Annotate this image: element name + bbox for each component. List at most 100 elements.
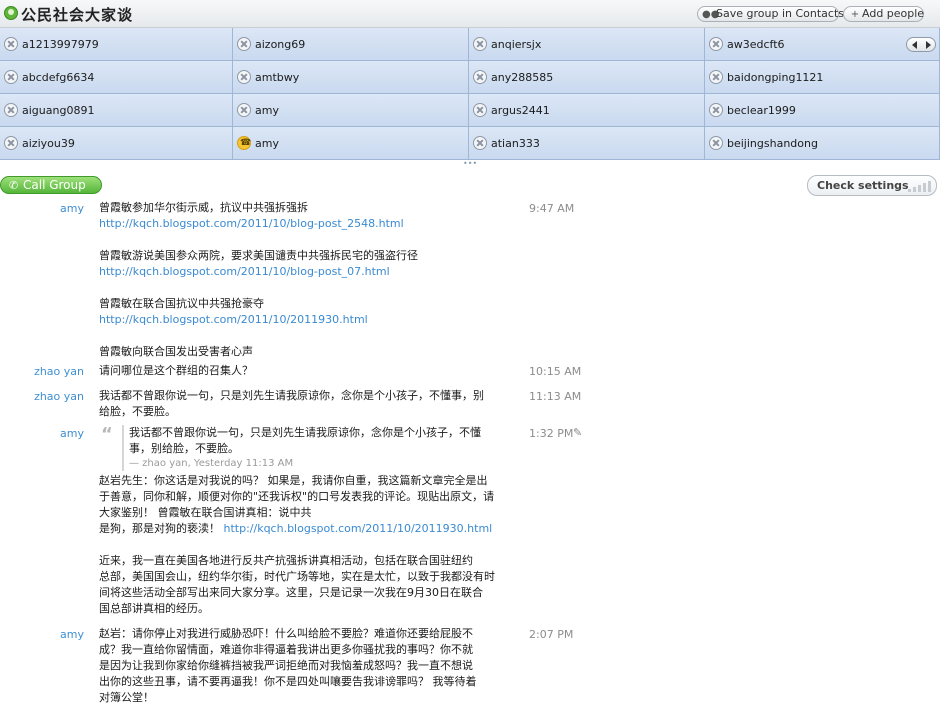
message-text: 请问哪位是这个群组的召集人？ [99, 364, 253, 377]
participant-cell[interactable]: aw3edcft6 [705, 28, 940, 61]
participant-name: aizong69 [255, 38, 306, 51]
message-text[interactable]: http://kqch.blogspot.com/2011/10/blog-po… [99, 217, 404, 230]
participant-name: anqiersjx [491, 38, 542, 51]
add-people-button[interactable]: + Add people [843, 6, 924, 22]
message-text: 大家鉴别！ 曾霞敏在联合国讲真相：说中共 [99, 506, 312, 519]
participant-name: amy [255, 137, 279, 150]
message-time: 11:13 AM [529, 390, 582, 403]
message-body: 赵岩：请你停止对我进行威胁恐吓！什么叫给脸不要脸？难道你还要给屁股不 成？我一直给… [99, 626, 519, 706]
message-line: 曾霞敏游说美国参众两院，要求美国谴责中共强拆民宅的强盗行径 [99, 248, 519, 264]
conversation-title: 公民社会大家谈 [21, 6, 134, 24]
message-line: 于善意，同你和解，顺便对你的"还我诉权"的口号发表我的评论。现贴出原文，请 [99, 489, 519, 505]
check-settings-label: Check settings [817, 179, 909, 192]
participant-cell[interactable]: aizong69 [233, 28, 469, 61]
participant-cell[interactable]: any288585 [469, 61, 705, 94]
message-sender[interactable]: zhao yan [34, 365, 84, 378]
signal-bars-icon [908, 181, 931, 192]
chat-history[interactable]: amy 9:47 AM 曾霞敏参加华尔街示威，抗议中共强拆强拆 http://kqch… [0, 200, 700, 722]
chevron-left-icon[interactable] [912, 41, 917, 49]
message-link[interactable]: http://kqch.blogspot.com/2011/10/blog-po… [99, 216, 519, 232]
participant-cell[interactable]: argus2441 [469, 94, 705, 127]
message-line: 曾霞敏向联合国发出受害者心声 [99, 344, 519, 360]
message-text[interactable]: http://kqch.blogspot.com/2011/10/blog-po… [99, 265, 390, 278]
message-line: 大家鉴别！ 曾霞敏在联合国讲真相：说中共 [99, 505, 519, 521]
quote-attribution: — zhao yan, Yesterday 11:13 AM [129, 458, 294, 469]
offline-status-icon [4, 70, 18, 84]
message-line: 请问哪位是这个群组的召集人？ [99, 363, 519, 379]
call-group-button[interactable]: ✆ Call Group [0, 176, 102, 194]
message-text[interactable]: http://kqch.blogspot.com/2011/10/2011930… [99, 313, 368, 326]
message-line: 间将这些活动全部写出来同大家分享。这里，只是记录一次我在9月30日在联合 [99, 585, 519, 601]
participant-cell[interactable]: baidongping1121 [705, 61, 940, 94]
offline-status-icon [237, 103, 251, 117]
message-text: 于善意，同你和解，顺便对你的"还我诉权"的口号发表我的评论。现贴出原文，请 [99, 490, 495, 503]
conversation-header: 公民社会大家谈 ●●Save group in Contacts + Add pe… [0, 0, 940, 28]
contacts-icon: ●● [702, 9, 720, 20]
message-body: 请问哪位是这个群组的召集人？ [99, 363, 519, 379]
message-line: 是因为让我到你家给你缝裤挡被我严词拒绝而对我恼羞成怒吗？我一直不想说 [99, 658, 519, 674]
participant-name: any288585 [491, 71, 554, 84]
message-sender[interactable]: amy [60, 202, 84, 215]
message-line: 我话都不曾跟你说一句，只是刘先生请我原谅你，念你是个小孩子，不懂事，别 [99, 388, 519, 404]
message-text: 曾霞敏向联合国发出受害者心声 [99, 345, 253, 358]
message-text: 我话都不曾跟你说一句，只是刘先生请我原谅你，念你是个小孩子，不懂事，别 [99, 389, 484, 402]
offline-status-icon [709, 103, 723, 117]
message-text: 对簿公堂！ [99, 691, 154, 704]
message-time: 9:47 AM [529, 202, 575, 215]
call-toolbar: ✆ Call Group Check settings [0, 166, 940, 200]
message-text: 总部，美国国会山，纽约华尔街，时代广场等地，实在是太忙，以致于我都没有时 [99, 570, 495, 583]
message-sender[interactable]: amy [60, 427, 84, 440]
message-body: 我话都不曾跟你说一句，只是刘先生请我原谅你，念你是个小孩子，不懂事，别 给脸，不要… [99, 388, 519, 420]
participant-cell[interactable]: aiguang0891 [0, 94, 233, 127]
chevron-right-icon[interactable] [926, 41, 931, 49]
participant-name: baidongping1121 [727, 71, 824, 84]
participant-cell[interactable]: abcdefg6634 [0, 61, 233, 94]
offline-status-icon [709, 70, 723, 84]
message-sender[interactable]: amy [60, 628, 84, 641]
participant-cell[interactable]: beclear1999 [705, 94, 940, 127]
message-sender[interactable]: zhao yan [34, 390, 84, 403]
message-body: 赵岩先生：你这话是对我说的吗？ 如果是，我请你自重，我这篇新文章完全是出 于善意，… [99, 473, 519, 617]
quoted-line: 我话都不曾跟你说一句，只是刘先生请我原谅你，念你是个小孩子，不懂 [129, 426, 481, 439]
edit-icon[interactable]: ✎ [573, 426, 582, 439]
message-text: 赵岩：请你停止对我进行威胁恐吓！什么叫给脸不要脸？难道你还要给屁股不 [99, 627, 473, 640]
message-text: 成？我一直给你留情面，难道你非得逼着我讲出更多你骚扰我的事吗？你不就 [99, 643, 473, 656]
check-settings-button[interactable]: Check settings [807, 175, 937, 196]
participant-name: amy [255, 104, 279, 117]
participant-cell[interactable]: atian333 [469, 127, 705, 160]
participant-name: aw3edcft6 [727, 38, 785, 51]
message-line: 成？我一直给你留情面，难道你非得逼着我讲出更多你骚扰我的事吗？你不就 [99, 642, 519, 658]
quote-icon: “ [101, 424, 113, 445]
participant-name: beijingshandong [727, 137, 818, 150]
participant-cell[interactable]: amy [233, 94, 469, 127]
offline-status-icon [709, 136, 723, 150]
call-group-label: Call Group [23, 178, 86, 192]
message-line: 赵岩：请你停止对我进行威胁恐吓！什么叫给脸不要脸？难道你还要给屁股不 [99, 626, 519, 642]
participant-name: beclear1999 [727, 104, 796, 117]
participant-cell[interactable]: anqiersjx [469, 28, 705, 61]
message-text: 国总部讲真相的经历。 [99, 602, 209, 615]
save-group-button[interactable]: ●●Save group in Contacts [697, 6, 844, 22]
offline-status-icon [237, 37, 251, 51]
offline-status-icon [473, 136, 487, 150]
offline-status-icon [237, 70, 251, 84]
participant-cell[interactable]: aiziyou39 [0, 127, 233, 160]
message-line: 近来，我一直在美国各地进行反共产抗强拆讲真相活动，包括在联合国驻纽约 [99, 553, 519, 569]
participant-cell[interactable]: beijingshandong [705, 127, 940, 160]
participant-cell[interactable]: a1213997979 [0, 28, 233, 61]
message-link[interactable]: http://kqch.blogspot.com/2011/10/blog-po… [99, 264, 519, 280]
message-link[interactable]: http://kqch.blogspot.com/2011/10/2011930… [224, 522, 493, 535]
message-line [99, 232, 519, 248]
participant-name: aiguang0891 [22, 104, 95, 117]
message-line: 曾霞敏在联合国抗议中共强抢豪夺 [99, 296, 519, 312]
save-group-label: Save group in Contacts [716, 7, 844, 20]
message-line: 是狗，那是对狗的亵渎！ http://kqch.blogspot.com/201… [99, 521, 519, 537]
quoted-line: 事，别给脸，不要脸。 [129, 442, 239, 455]
ringing-icon: ☎ [237, 136, 251, 150]
participant-cell[interactable]: amtbwy [233, 61, 469, 94]
participant-name: a1213997979 [22, 38, 99, 51]
message-link[interactable]: http://kqch.blogspot.com/2011/10/2011930… [99, 312, 519, 328]
participants-pager[interactable] [906, 37, 936, 52]
participant-name: argus2441 [491, 104, 550, 117]
participant-cell[interactable]: ☎ amy [233, 127, 469, 160]
